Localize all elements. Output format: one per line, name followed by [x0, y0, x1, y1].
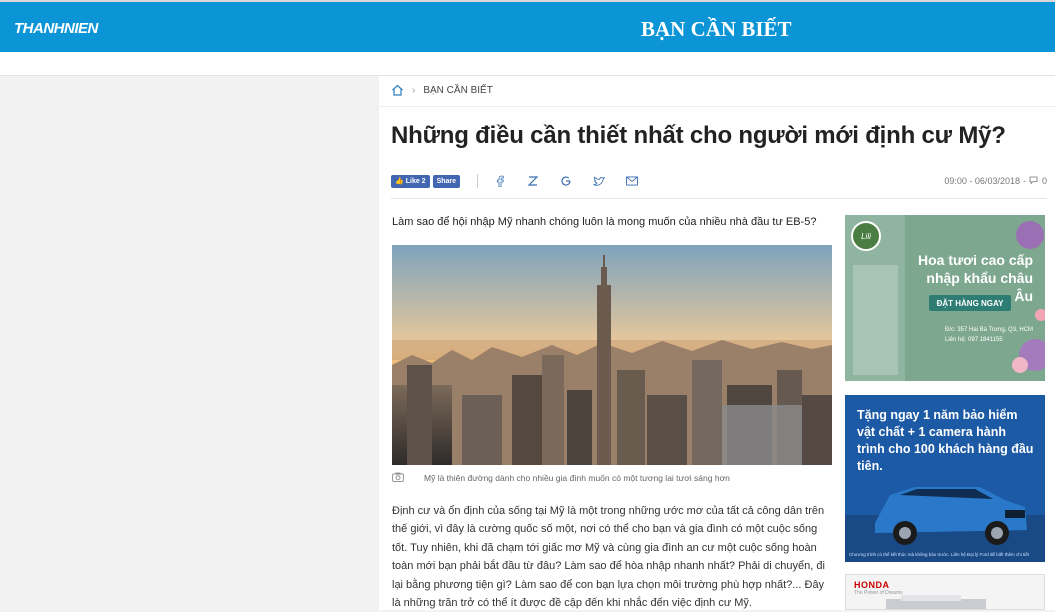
twitter-icon[interactable]: [593, 175, 606, 187]
breadcrumb-category[interactable]: BẠN CẦN BIẾT: [423, 85, 492, 96]
comment-count[interactable]: 0: [1042, 176, 1047, 186]
facebook-share-button[interactable]: Share: [432, 174, 461, 188]
ad1-address: Đ/c: 357 Hai Bà Trưng, Q3, HCM: [945, 327, 1034, 333]
comment-icon[interactable]: [1029, 176, 1038, 186]
breadcrumb: › BẠN CẦN BIẾT: [391, 84, 493, 96]
share-toolbar: 👍 Like 2 Share 09:00 - 06/03/2018 - 0: [391, 172, 1047, 190]
sub-navigation-bar: [0, 52, 1055, 76]
zalo-icon[interactable]: [527, 175, 539, 187]
honda-logo: HONDA: [854, 580, 890, 590]
article-title: Những điều cần thiết nhất cho người mới …: [391, 122, 1006, 149]
breadcrumb-separator: ›: [412, 84, 416, 96]
divider: [379, 106, 1055, 107]
top-header: THANHNIEN BẠN CẦN BIẾT: [0, 0, 1055, 52]
publish-datetime: 09:00 - 06/03/2018: [944, 176, 1020, 186]
image-caption: Mỹ là thiên đường dành cho nhiều gia đìn…: [392, 472, 730, 484]
order-now-button[interactable]: ĐẶT HÀNG NGAY: [929, 295, 1011, 311]
camera-icon: [392, 472, 404, 484]
thumbs-up-icon: 👍: [395, 178, 404, 185]
email-icon[interactable]: [626, 175, 638, 187]
site-logo[interactable]: THANHNIEN: [14, 20, 98, 37]
facebook-icon[interactable]: [494, 175, 506, 187]
meta-separator: -: [1022, 176, 1026, 186]
lili-logo: Lili: [851, 221, 881, 251]
ad2-footnote: Chương trình có thể kết thúc mà không bá…: [849, 552, 1030, 557]
google-plus-icon[interactable]: [560, 175, 572, 187]
article-body: Định cư và ổn định của sống tại Mỹ là mộ…: [392, 505, 825, 610]
facebook-like-button[interactable]: 👍 Like 2: [391, 174, 430, 188]
advertisement-honda[interactable]: HONDA The Power of Dreams: [845, 574, 1045, 610]
honda-tagline: The Power of Dreams: [854, 590, 903, 596]
ad1-phone: Liên hệ: 097 1841155: [945, 337, 1003, 343]
ad2-headline: Tặng ngay 1 năm bảo hiểm vật chất + 1 ca…: [857, 408, 1034, 473]
section-title[interactable]: BẠN CẦN BIẾT: [641, 17, 792, 42]
advertisement-flowers[interactable]: Lili Hoa tươi cao cấp nhập khẩu châu Âu …: [845, 215, 1045, 381]
divider: [391, 198, 1047, 199]
article-meta: 09:00 - 06/03/2018 - 0: [944, 176, 1047, 186]
home-icon[interactable]: [391, 84, 404, 96]
caption-text: Mỹ là thiên đường dành cho nhiều gia đìn…: [424, 473, 730, 483]
article-sapo: Làm sao để hội nhập Mỹ nhanh chóng luôn …: [392, 216, 817, 228]
article-page: › BẠN CẦN BIẾT Những điều cần thiết nhất…: [379, 76, 1055, 610]
advertisement-ford[interactable]: Tặng ngay 1 năm bảo hiểm vật chất + 1 ca…: [845, 395, 1045, 562]
ad1-contact: Đ/c: 357 Hai Bà Trưng, Q3, HCM Liên hệ: …: [945, 325, 1033, 345]
like-label: Like 2: [405, 177, 426, 185]
divider: [477, 174, 479, 188]
article-hero-image: [392, 245, 832, 465]
